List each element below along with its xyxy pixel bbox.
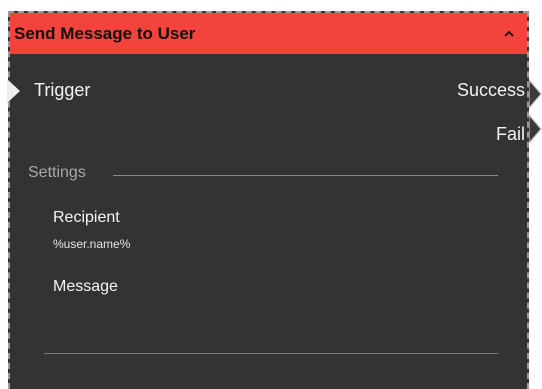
fail-port-label: Fail bbox=[495, 124, 525, 144]
section-divider bbox=[113, 175, 498, 176]
settings-section: Settings bbox=[28, 164, 498, 186]
message-value-field[interactable] bbox=[53, 306, 353, 336]
fail-output-port-icon[interactable] bbox=[529, 115, 542, 143]
bottom-divider bbox=[44, 353, 498, 354]
recipient-label: Recipient bbox=[53, 209, 120, 226]
settings-section-title: Settings bbox=[28, 164, 86, 181]
trigger-port-label: Trigger bbox=[34, 80, 91, 100]
trigger-input-port-icon[interactable] bbox=[7, 79, 21, 103]
recipient-value-field[interactable]: %user.name% bbox=[53, 237, 130, 251]
node-title: Send Message to User bbox=[14, 24, 196, 43]
success-output-port-icon[interactable] bbox=[529, 80, 542, 108]
node-header[interactable]: Send Message to User bbox=[10, 13, 527, 54]
message-label: Message bbox=[53, 278, 118, 295]
send-message-node[interactable]: Send Message to User Trigger Success Fai… bbox=[7, 11, 529, 389]
success-port-label: Success bbox=[456, 80, 525, 100]
chevron-up-icon[interactable] bbox=[502, 26, 516, 40]
